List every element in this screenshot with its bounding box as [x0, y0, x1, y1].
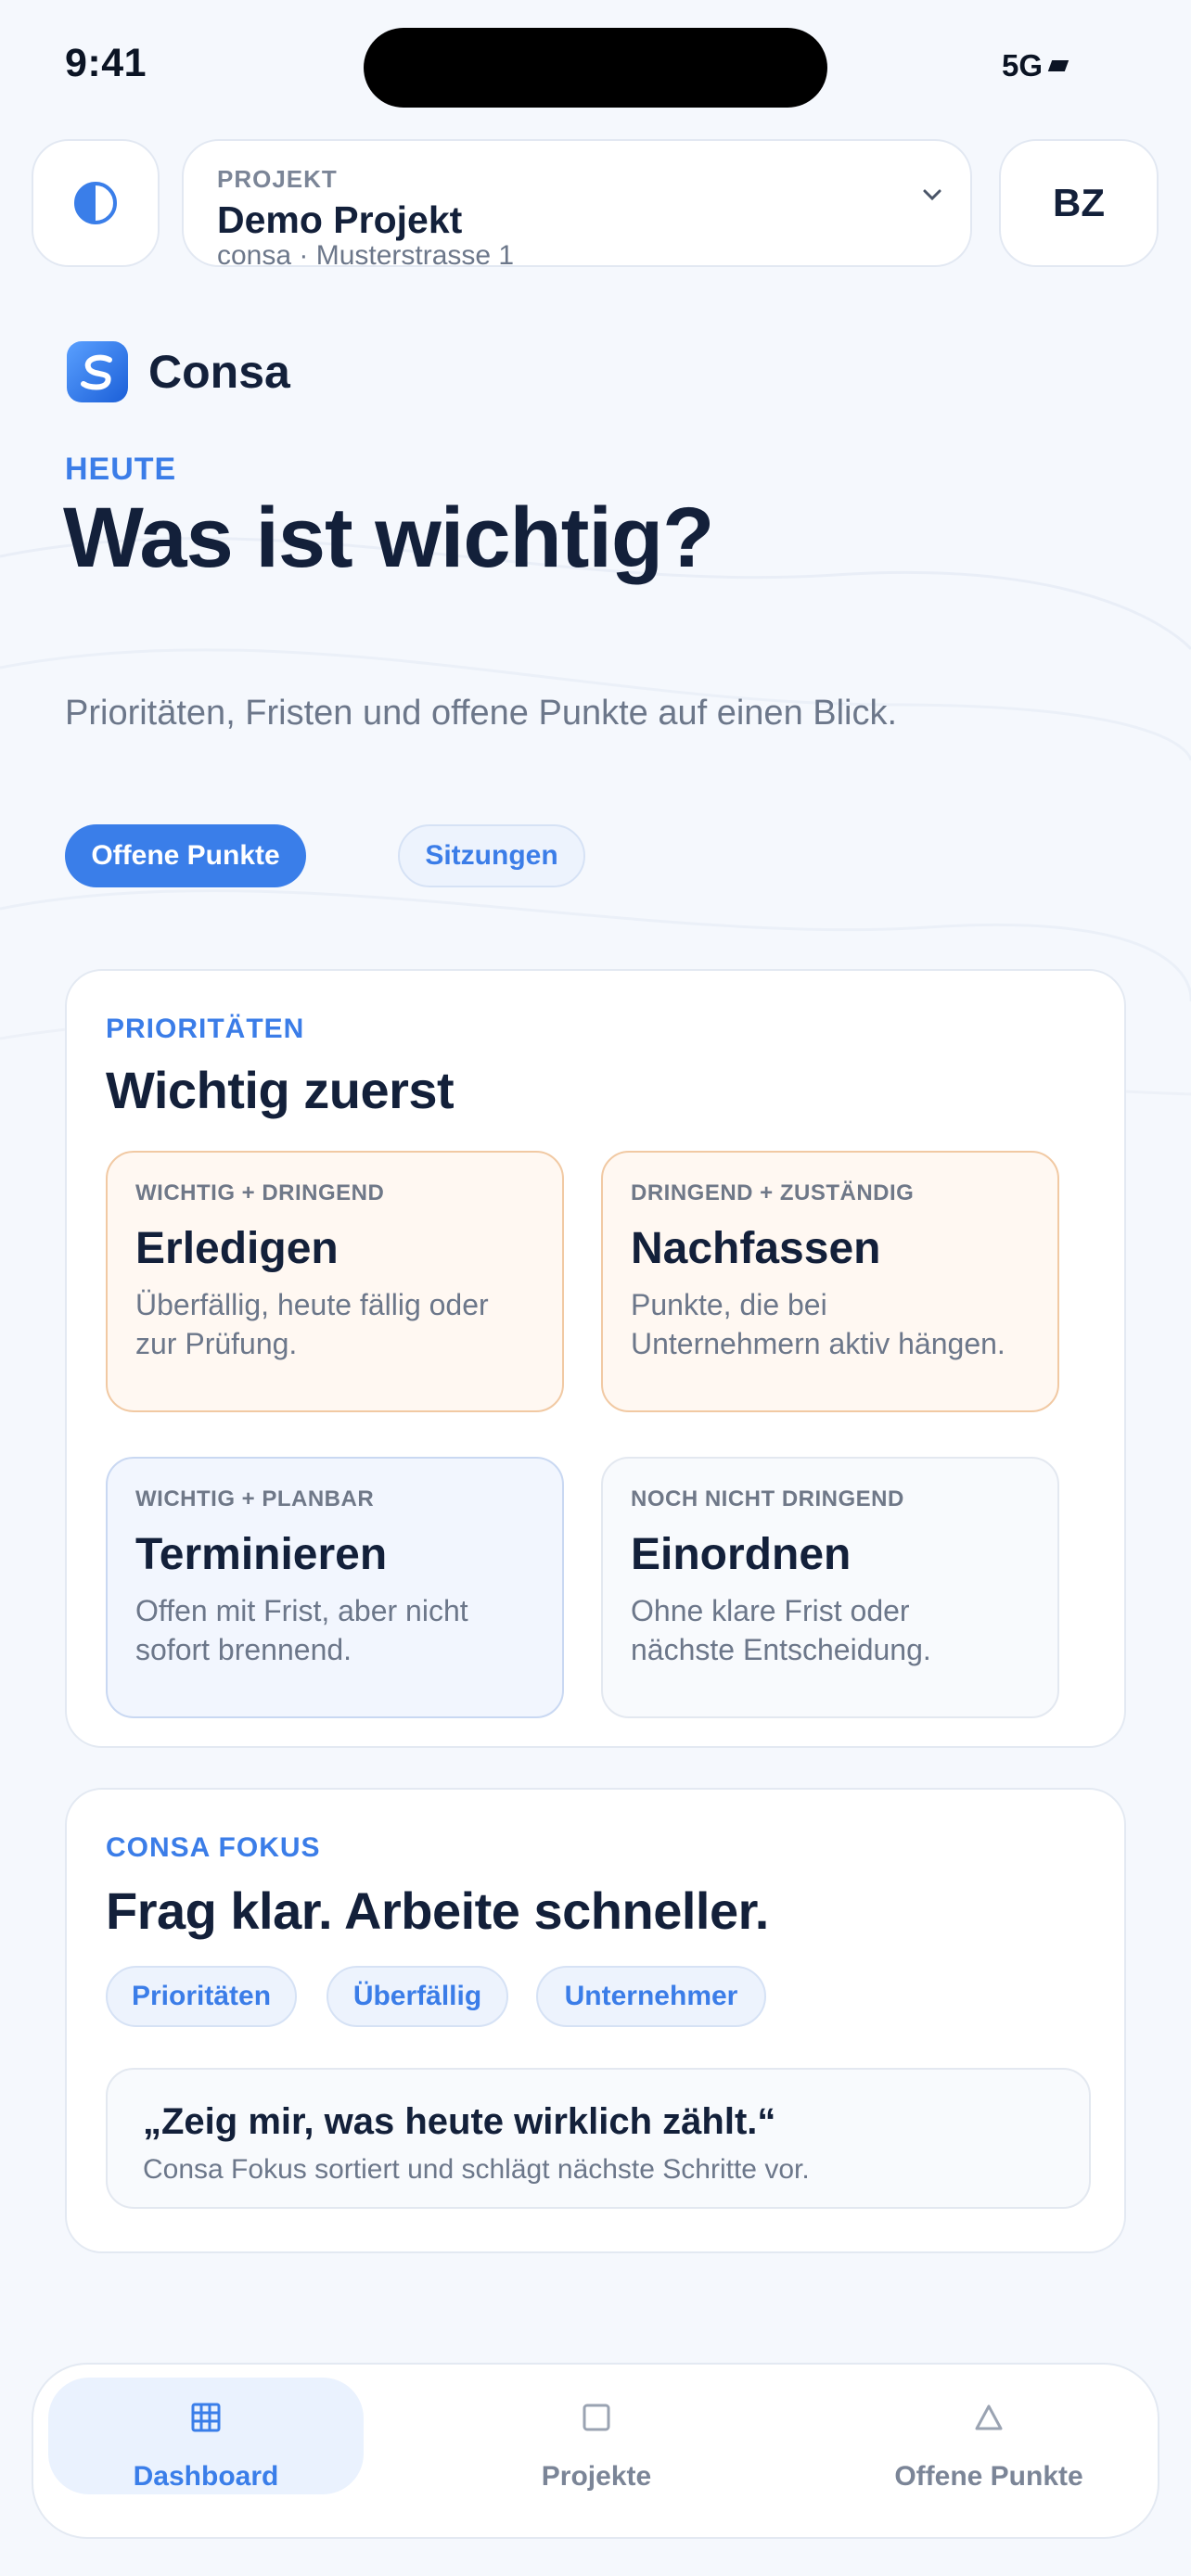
user-avatar-button[interactable]: BZ	[999, 139, 1159, 267]
theme-toggle-button[interactable]	[32, 139, 160, 267]
network-label: 5G	[1002, 48, 1044, 83]
quadrant-tag: WICHTIG + DRINGEND	[135, 1180, 385, 1205]
dynamic-island	[364, 28, 827, 108]
project-label: PROJEKT	[217, 165, 338, 193]
priorities-card: PRIORITÄTEN Wichtig zuerst WICHTIG + DRI…	[65, 969, 1126, 1748]
focus-label: CONSA FOKUS	[106, 1832, 321, 1863]
triangle-icon	[974, 2398, 1004, 2437]
quadrant-desc-line: Punkte, die bei	[631, 1288, 827, 1321]
page-subtitle: Prioritäten, Fristen und offene Punkte a…	[65, 694, 898, 733]
nav-label: Dashboard	[133, 2461, 279, 2492]
status-time: 9:41	[65, 41, 147, 85]
quadrant-desc-line: sofort brennend.	[135, 1633, 352, 1666]
nav-label: Offene Punkte	[894, 2461, 1083, 2492]
bottom-navigation: Dashboard Projekte Offene Punkte	[32, 2363, 1159, 2539]
focus-prompt-subtext: Consa Fokus sortiert und schlägt nächste…	[143, 2154, 810, 2185]
nav-offene-punkte[interactable]: Offene Punkte	[831, 2378, 1146, 2494]
quadrant-desc-line: Unternehmern aktiv hängen.	[631, 1327, 1005, 1360]
quadrant-description: Überfällig, heute fällig oder zur Prüfun…	[135, 1285, 536, 1363]
quadrant-description: Ohne klare Frist oder nächste Entscheidu…	[631, 1591, 1031, 1669]
quadrant-desc-line: nächste Entscheidung.	[631, 1633, 931, 1666]
focus-title: Frag klar. Arbeite schneller.	[106, 1881, 769, 1940]
project-address: consa · Musterstrasse 1	[217, 240, 515, 271]
quadrant-desc-line: zur Prüfung.	[135, 1327, 298, 1360]
quadrant-title: Nachfassen	[631, 1224, 881, 1273]
consa-logo-icon	[67, 341, 128, 402]
page-title: Was ist wichtig?	[63, 491, 714, 585]
quadrant-tag: WICHTIG + PLANBAR	[135, 1486, 375, 1511]
square-icon	[582, 2398, 611, 2437]
quadrant-desc-line: Ohne klare Frist oder	[631, 1594, 910, 1627]
chevron-down-icon	[923, 189, 941, 201]
quadrant-desc-line: Offen mit Frist, aber nicht	[135, 1594, 468, 1627]
quadrant-description: Offen mit Frist, aber nicht sofort brenn…	[135, 1591, 536, 1669]
user-initials: BZ	[1053, 181, 1105, 224]
brand: Consa	[67, 341, 290, 402]
nav-dashboard[interactable]: Dashboard	[48, 2378, 364, 2494]
quadrant-einordnen[interactable]: NOCH NICHT DRINGEND Einordnen Ohne klare…	[601, 1457, 1059, 1718]
hero-eyebrow: HEUTE	[65, 452, 177, 487]
focus-card: CONSA FOKUS Frag klar. Arbeite schneller…	[65, 1788, 1126, 2253]
contrast-icon	[74, 182, 117, 224]
focus-tag-prioritaeten[interactable]: Prioritäten	[106, 1966, 297, 2027]
chip-sitzungen[interactable]: Sitzungen	[398, 824, 585, 887]
chip-offene-punkte[interactable]: Offene Punkte	[65, 824, 306, 887]
focus-prompt[interactable]: „Zeig mir, was heute wirklich zählt.“ Co…	[106, 2068, 1091, 2209]
brand-name: Consa	[148, 346, 290, 398]
quadrant-tag: DRINGEND + ZUSTÄNDIG	[631, 1180, 915, 1205]
focus-prompt-text: „Zeig mir, was heute wirklich zählt.“	[143, 2101, 776, 2142]
network-status: 5G	[1002, 48, 1069, 83]
nav-projekte[interactable]: Projekte	[439, 2378, 754, 2494]
priorities-title: Wichtig zuerst	[106, 1061, 455, 1119]
project-selector[interactable]: PROJEKT Demo Projekt consa · Musterstras…	[182, 139, 972, 271]
quadrant-terminieren[interactable]: WICHTIG + PLANBAR Terminieren Offen mit …	[106, 1457, 564, 1718]
quadrant-nachfassen[interactable]: DRINGEND + ZUSTÄNDIG Nachfassen Punkte, …	[601, 1151, 1059, 1412]
quadrant-title: Erledigen	[135, 1224, 339, 1273]
battery-icon	[1047, 60, 1069, 71]
quadrant-description: Punkte, die bei Unternehmern aktiv hänge…	[631, 1285, 1031, 1363]
grid-icon	[191, 2398, 221, 2437]
quadrant-desc-line: Überfällig, heute fällig oder	[135, 1288, 489, 1321]
quadrant-tag: NOCH NICHT DRINGEND	[631, 1486, 904, 1511]
priorities-label: PRIORITÄTEN	[106, 1014, 305, 1044]
project-name: Demo Projekt	[217, 198, 463, 241]
quadrant-erledigen[interactable]: WICHTIG + DRINGEND Erledigen Überfällig,…	[106, 1151, 564, 1412]
quadrant-title: Terminieren	[135, 1530, 388, 1579]
nav-label: Projekte	[541, 2461, 652, 2492]
focus-tag-ueberfaellig[interactable]: Überfällig	[327, 1966, 508, 2027]
quadrant-title: Einordnen	[631, 1530, 852, 1579]
focus-tag-unternehmer[interactable]: Unternehmer	[536, 1966, 766, 2027]
